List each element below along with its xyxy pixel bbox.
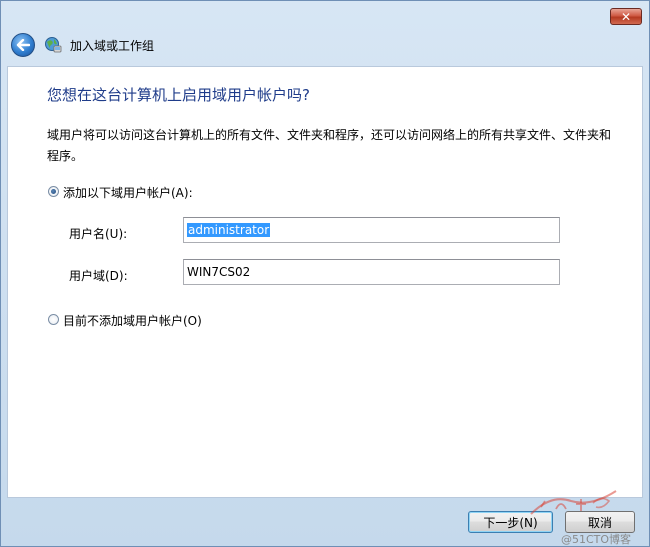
page-description: 域用户将可以访问这台计算机上的所有文件、文件夹和程序，还可以访问网络上的所有共享… <box>47 128 612 163</box>
domain-input[interactable]: WIN7CS02 <box>183 259 560 285</box>
back-button[interactable] <box>11 33 35 57</box>
no-domain-user-radio[interactable] <box>48 314 59 325</box>
nav-title: 加入域或工作组 <box>70 39 155 53</box>
domain-value: WIN7CS02 <box>187 265 251 279</box>
back-arrow-icon <box>16 39 30 51</box>
close-button[interactable]: ✕ <box>610 8 642 25</box>
username-value: administrator <box>187 223 271 237</box>
add-domain-user-radio[interactable] <box>48 186 59 197</box>
username-input[interactable]: administrator <box>183 217 560 243</box>
watermark-text: @51CTO博客 <box>561 533 632 546</box>
network-globe-icon <box>45 37 62 53</box>
dialog-window: ✕ 加入域或工作组 您想在这台计算机上启用域用户帐户吗? 域用户将可以访问这台计… <box>0 0 650 547</box>
no-domain-user-label[interactable]: 目前不添加域用户帐户(O) <box>63 312 202 329</box>
username-label: 用户名(U): <box>69 227 128 241</box>
watermark-logo <box>530 490 617 515</box>
page-title: 您想在这台计算机上启用域用户帐户吗? <box>47 86 310 104</box>
add-domain-user-label[interactable]: 添加以下域用户帐户(A): <box>63 184 193 201</box>
domain-label: 用户域(D): <box>69 269 128 283</box>
close-icon: ✕ <box>620 9 632 24</box>
